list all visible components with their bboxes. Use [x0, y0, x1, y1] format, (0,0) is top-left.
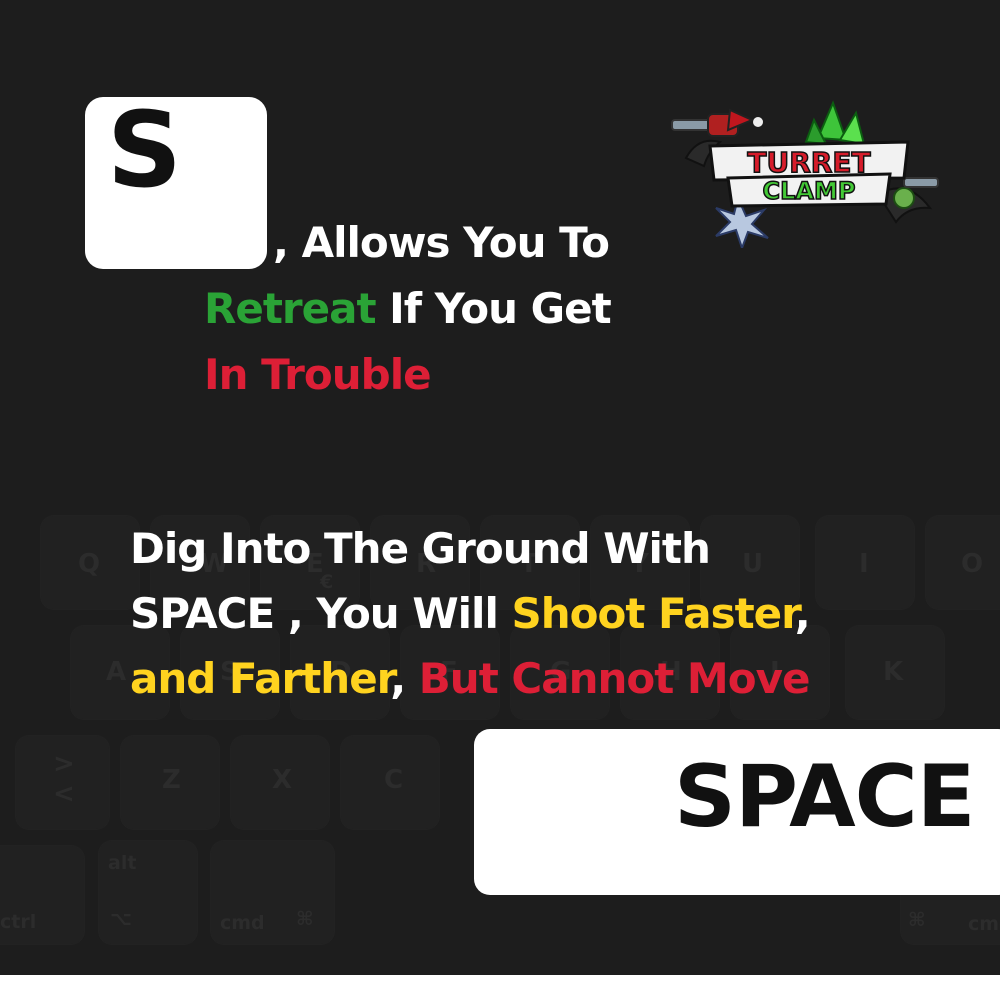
- dig-line-3-comma: ,: [390, 654, 419, 703]
- bg-key-label: C: [384, 765, 404, 795]
- bg-key-label: >: [53, 749, 75, 779]
- bg-key-label: K: [883, 657, 904, 687]
- bg-key: Z: [120, 735, 220, 830]
- turret-clamp-logo: TURRET CLAMP: [668, 98, 948, 251]
- bg-key: K: [845, 625, 945, 720]
- dig-line-2: SPACE , You Will Shoot Faster,: [130, 589, 811, 638]
- bg-key-label: I: [859, 549, 869, 579]
- bg-key-label: alt: [108, 852, 137, 874]
- bg-key: ctrl: [0, 845, 85, 945]
- bg-key: C: [340, 735, 440, 830]
- retreat-line-2: Retreat If You Get: [204, 284, 612, 333]
- space-key-label: SPACE: [674, 747, 975, 847]
- dig-line-2-white: SPACE , You Will: [130, 589, 512, 638]
- dig-line-3: and Farther, But Cannot Move: [130, 654, 811, 703]
- bg-key-label: Q: [78, 549, 101, 579]
- retreat-line-2-rest: If You Get: [375, 284, 612, 333]
- bottom-strip: [0, 975, 1000, 1000]
- bg-key-label: ctrl: [0, 911, 37, 933]
- logo-line-2: CLAMP: [763, 177, 856, 205]
- bg-key-label: Z: [162, 765, 181, 795]
- bg-key: > <: [15, 735, 110, 830]
- s-key: S: [85, 89, 267, 269]
- command-icon: ⌘: [296, 908, 314, 930]
- bg-key: alt ⌥: [98, 840, 198, 945]
- bg-key-label: X: [272, 765, 293, 795]
- command-icon: ⌘: [908, 909, 926, 931]
- logo-line-1: TURRET: [747, 146, 870, 179]
- bg-key: Q: [40, 515, 140, 610]
- bg-key: O: [925, 515, 1000, 610]
- option-icon: ⌥: [110, 908, 132, 930]
- bg-key: cmd ⌘: [210, 840, 335, 945]
- bg-key-label: U: [742, 549, 764, 579]
- bg-key: I: [815, 515, 915, 610]
- turret-clamp-logo-art: TURRET CLAMP: [671, 100, 939, 251]
- bg-key-label: cmd: [220, 912, 265, 934]
- retreat-line-3: In Trouble: [204, 350, 432, 399]
- farther-highlight: and Farther: [130, 654, 391, 703]
- space-key: SPACE: [474, 729, 1000, 895]
- s-key-label: S: [107, 89, 182, 211]
- retreat-line-1: , Allows You To: [273, 218, 610, 267]
- bg-key-label: cmd: [968, 913, 1000, 935]
- dig-line-1: Dig Into The Ground With: [130, 524, 711, 573]
- shoot-faster-highlight: Shoot Faster: [511, 589, 795, 638]
- retreat-highlight: Retreat: [204, 284, 377, 333]
- tutorial-card: Q W E € R T Y U I O A S D F G H J K > < Z …: [0, 0, 1000, 975]
- cannot-move-highlight: But Cannot Move: [418, 654, 811, 703]
- dig-line-2-comma: ,: [794, 589, 811, 638]
- bg-key-label: O: [961, 549, 984, 579]
- bg-key-label: <: [53, 779, 75, 809]
- bg-key: X: [230, 735, 330, 830]
- bg-key-label: A: [106, 657, 127, 687]
